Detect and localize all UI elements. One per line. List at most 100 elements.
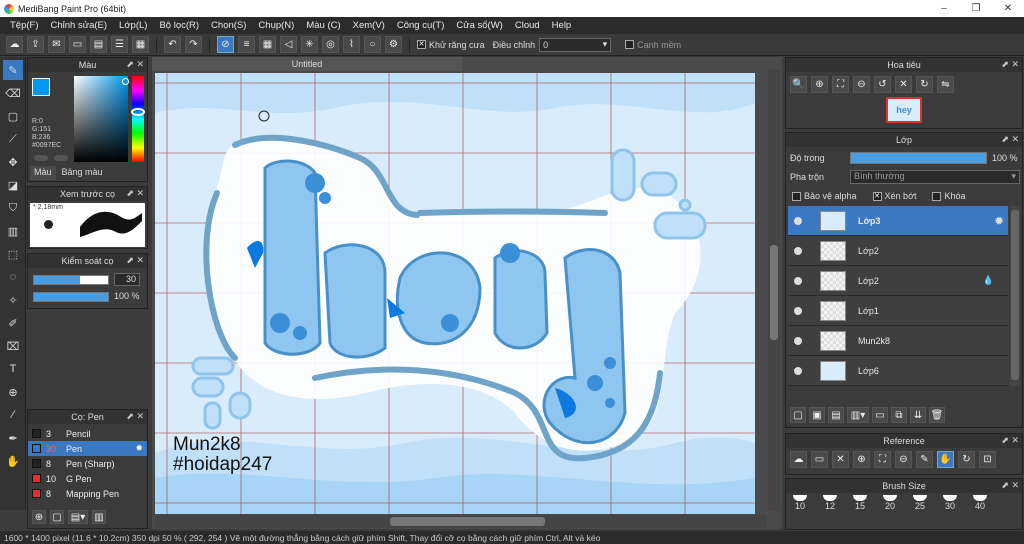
visibility-eye-icon[interactable] — [794, 246, 802, 255]
bucket-tool-icon[interactable]: ⛉ — [3, 198, 23, 218]
cloud-icon[interactable]: ☁ — [6, 36, 23, 53]
layer-row[interactable]: Mun2k8 — [788, 326, 1008, 356]
vertical-scrollbar[interactable] — [768, 70, 780, 511]
antialias-option[interactable]: ✕ Khử răng cưa — [417, 40, 485, 50]
parallel-snap-icon[interactable]: ≡ — [238, 36, 255, 53]
reference-rotate-icon[interactable]: ↻ — [958, 451, 975, 468]
comment-icon[interactable]: ✉ — [48, 36, 65, 53]
canvas[interactable]: Mun2k8 #hoidap247 — [155, 73, 755, 514]
panel-icon[interactable]: ▭ — [69, 36, 86, 53]
vertical-scroll-thumb[interactable] — [770, 245, 778, 340]
minimize-button[interactable]: – — [928, 3, 960, 14]
brush-item-selected[interactable]: 30 Pen ✹ — [28, 441, 147, 456]
protect-alpha-option[interactable]: Bảo vệ alpha — [792, 191, 857, 202]
perspective-snap-icon[interactable]: ◁ — [280, 36, 297, 53]
adjust-select[interactable]: 0 ▾ — [539, 37, 612, 52]
new-brush-icon[interactable]: ▢ — [50, 510, 64, 524]
reference-fit-icon[interactable]: ⛶ — [874, 451, 891, 468]
crosshatch-snap-icon[interactable]: ▦ — [259, 36, 276, 53]
brush-opacity-slider[interactable] — [33, 292, 109, 302]
eraser-tool-icon[interactable]: ⌫ — [3, 83, 23, 103]
panel-close-icon[interactable]: ⬈ ✕ — [1001, 435, 1019, 446]
flip-icon[interactable]: ⇋ — [937, 76, 954, 93]
brush-size-slider[interactable] — [33, 275, 109, 285]
undo-icon[interactable]: ↶ — [164, 36, 181, 53]
menu-help[interactable]: Help — [546, 20, 578, 31]
brush-tool-icon[interactable]: ✎ — [3, 60, 23, 80]
protect-alpha-checkbox[interactable] — [792, 192, 801, 202]
reference-zoom-out-icon[interactable]: ⊖ — [895, 451, 912, 468]
eyedropper-icon[interactable]: ⁄ — [3, 405, 23, 425]
menu-layer[interactable]: Lớp(L) — [113, 20, 153, 31]
horizontal-scrollbar[interactable] — [155, 515, 767, 528]
new-halftone-layer-icon[interactable]: ▣ — [809, 407, 825, 423]
layer-settings-gear-icon[interactable]: ✹ — [994, 214, 1004, 228]
horizontal-scroll-thumb[interactable] — [390, 517, 545, 526]
duplicate-layer-icon[interactable]: ⧉ — [891, 407, 907, 423]
layer-row[interactable]: Lớp6 — [788, 356, 1008, 386]
zoom-minus-icon[interactable]: ⊖ — [853, 76, 870, 93]
move-tool-icon[interactable]: ✥ — [3, 152, 23, 172]
antialias-checkbox[interactable]: ✕ — [417, 40, 426, 49]
panel-close-icon[interactable]: ⬈ ✕ — [126, 411, 144, 422]
divide-tool-icon[interactable]: ⊕ — [3, 382, 23, 402]
palette-tab[interactable]: Bảng màu — [58, 166, 107, 180]
rect-tool-icon[interactable]: ▢ — [3, 106, 23, 126]
reference-hand-icon[interactable]: ✋ — [937, 451, 954, 468]
brush-item[interactable]: 8 Mapping Pen — [28, 486, 147, 501]
circle-snap-icon[interactable]: ◎ — [322, 36, 339, 53]
lock-option[interactable]: Khóa — [932, 191, 966, 202]
text-tool-icon[interactable]: T — [3, 359, 23, 379]
layer-scroll-thumb[interactable] — [1011, 210, 1019, 380]
menu-capture[interactable]: Chụp(N) — [252, 20, 300, 31]
brush-settings-gear-icon[interactable]: ✹ — [135, 443, 143, 454]
reference-pen-icon[interactable]: ✎ — [916, 451, 933, 468]
rotate-left-icon[interactable]: ↺ — [874, 76, 891, 93]
soft-edge-checkbox[interactable] — [625, 40, 635, 49]
soft-edge-option[interactable]: Cạnh mềm — [625, 40, 681, 50]
hue-slider[interactable] — [132, 76, 144, 162]
settings-gear-icon[interactable]: ⚙ — [385, 36, 402, 53]
visibility-eye-icon[interactable] — [794, 216, 802, 225]
visibility-eye-icon[interactable] — [794, 306, 802, 315]
layer-row[interactable]: Lớp2 — [788, 236, 1008, 266]
trash-icon[interactable]: 🗑 — [929, 407, 945, 423]
foreground-color-swatch[interactable] — [32, 78, 50, 96]
menu-select[interactable]: Chọn(S) — [205, 20, 252, 31]
brush-size-preset[interactable]: 30 — [942, 495, 958, 511]
select-eraser-icon[interactable]: ⌧ — [3, 336, 23, 356]
panel-close-icon[interactable]: ⬈ ✕ — [1001, 134, 1019, 145]
hand-tool-icon[interactable]: ✋ — [3, 451, 23, 471]
brush-size-preset[interactable]: 12 — [822, 495, 838, 511]
panel-close-icon[interactable]: ⬈ ✕ — [1001, 59, 1019, 70]
brush-size-preset[interactable]: 20 — [882, 495, 898, 511]
brush-item[interactable]: 8 Pen (Sharp) — [28, 456, 147, 471]
brush-size-input[interactable]: 30 — [114, 273, 140, 286]
close-reference-icon[interactable]: ✕ — [832, 451, 849, 468]
zoom-in-icon[interactable]: ⊕ — [811, 76, 828, 93]
zoom-out-icon[interactable]: 🔍 — [790, 76, 807, 93]
select-rect-icon[interactable]: ⬚ — [3, 244, 23, 264]
magic-wand-icon[interactable]: ✧ — [3, 290, 23, 310]
brush-size-preset[interactable]: 10 — [792, 495, 808, 511]
panel-close-icon[interactable]: ⬈ ✕ — [126, 59, 144, 70]
gradient-tool-icon[interactable]: ▥ — [3, 221, 23, 241]
select-pen-icon[interactable]: ✐ — [3, 313, 23, 333]
color-option-button-2[interactable] — [54, 155, 68, 161]
saturation-value-picker[interactable] — [74, 76, 128, 162]
brush-copy-icon[interactable]: ▥ — [92, 510, 106, 524]
layer-opacity-slider[interactable] — [850, 152, 987, 164]
layer-menu-icon[interactable]: ▥▾ — [847, 407, 869, 423]
lasso-tool-icon[interactable]: ◌ — [3, 267, 23, 287]
brush-size-preset[interactable]: 15 — [852, 495, 868, 511]
cloud-upload-icon[interactable]: ☁ — [790, 451, 807, 468]
visibility-eye-icon[interactable] — [794, 366, 802, 375]
ellipse-snap-icon[interactable]: ○ — [364, 36, 381, 53]
brush-item[interactable]: 3 Pencil — [28, 426, 147, 441]
reference-zoom-in-icon[interactable]: ⊕ — [853, 451, 870, 468]
reset-rotation-icon[interactable]: ✕ — [895, 76, 912, 93]
fit-icon[interactable]: ⛶ — [832, 76, 849, 93]
grid-icon[interactable]: ▦ — [132, 36, 149, 53]
line-tool-icon[interactable]: ⟋ — [3, 129, 23, 149]
open-folder-icon[interactable]: ▭ — [811, 451, 828, 468]
